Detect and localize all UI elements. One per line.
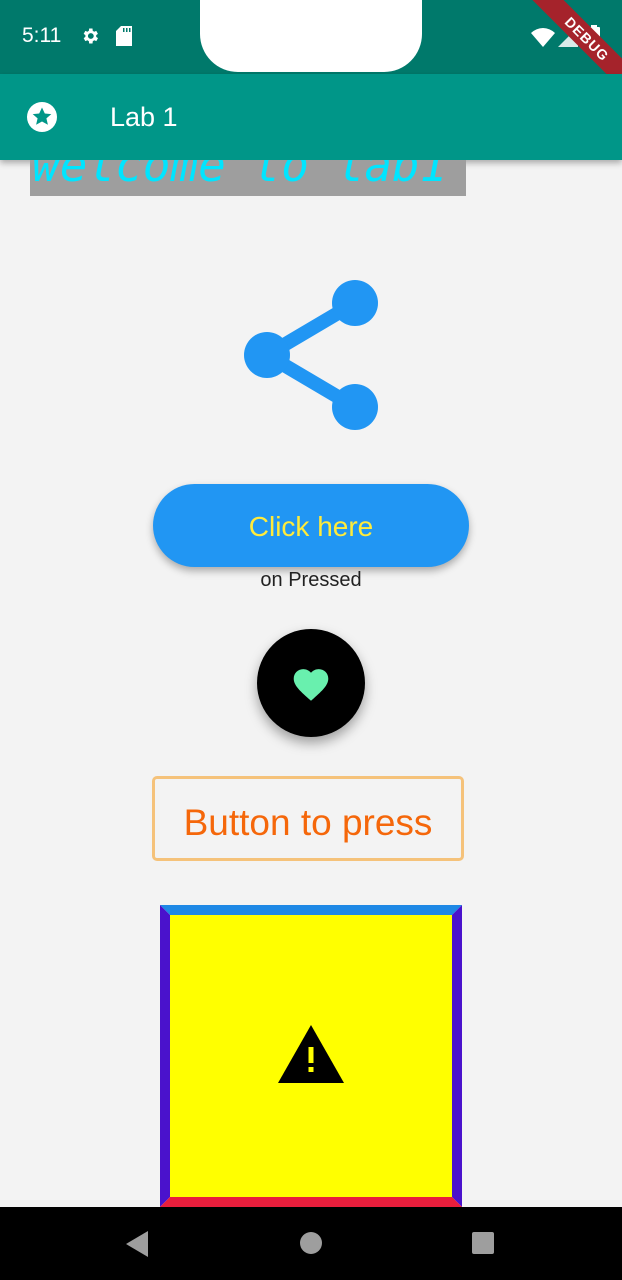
back-icon[interactable] [126, 1231, 150, 1262]
sd-card-icon [116, 26, 132, 51]
status-bar: 5:11 [0, 0, 622, 74]
settings-icon [80, 26, 100, 51]
status-time: 5:11 [22, 24, 62, 47]
welcome-banner: welcome to lab1 [30, 160, 466, 196]
pressed-status-label: on Pressed [260, 569, 362, 591]
heart-icon [293, 669, 329, 701]
home-icon[interactable] [299, 1231, 323, 1260]
navigation-bar [0, 1207, 622, 1280]
share-icon [238, 275, 384, 440]
warning-icon [278, 1025, 344, 1088]
favorite-fab[interactable] [257, 629, 365, 737]
welcome-text: welcome to lab1 [32, 160, 448, 192]
button-to-press[interactable]: Button to press [152, 776, 464, 861]
recents-icon[interactable] [471, 1231, 495, 1260]
app-bar: Lab 1 [0, 74, 622, 160]
camera-notch [200, 0, 422, 72]
wifi-icon [531, 27, 555, 52]
star-circle-icon[interactable] [26, 101, 58, 138]
page-title: Lab 1 [110, 102, 178, 132]
click-here-button[interactable]: Click here [153, 484, 469, 567]
